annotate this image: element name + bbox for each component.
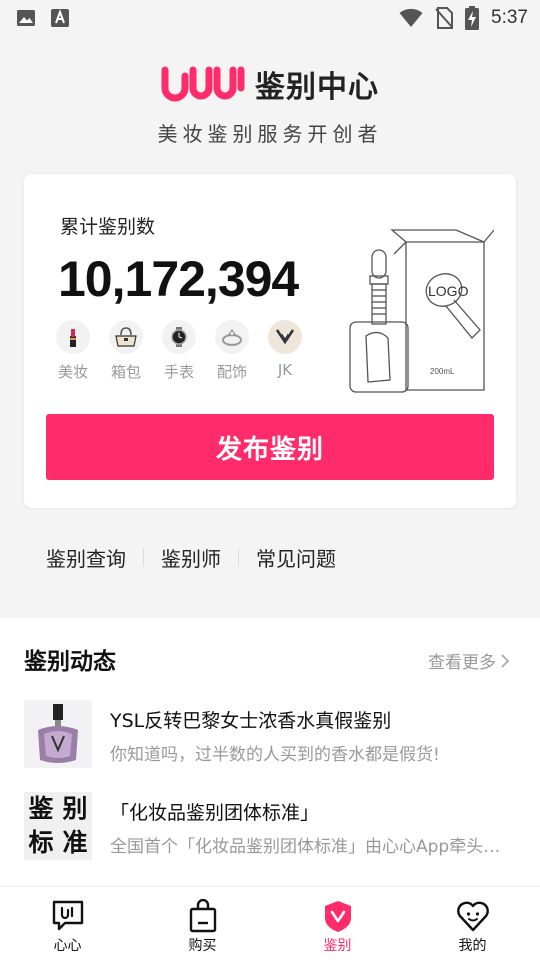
image-icon: [17, 10, 35, 26]
chevron-right-icon: [501, 653, 510, 668]
nav-label: 购买: [188, 938, 217, 954]
watch-icon: [162, 320, 196, 354]
ring-icon: [215, 320, 249, 354]
nav-appraisal[interactable]: 鉴别: [270, 887, 405, 960]
lipstick-icon: [56, 320, 90, 354]
count-label: 累计鉴别数: [60, 216, 156, 238]
appraisal-summary-card: 累计鉴别数 10,172,394 美妆 箱包 手表 配饰 JK LOGO 200…: [24, 174, 516, 508]
divider: [143, 548, 144, 566]
nav-xinxin[interactable]: 心心: [0, 887, 135, 960]
link-faq[interactable]: 常见问题: [256, 543, 336, 572]
status-time: 5:37: [491, 7, 528, 28]
appraisal-feed: 鉴别动态 查看更多 YSL反转巴黎女士浓香水真假鉴别 你知道吗，过半数的人买到的…: [0, 618, 540, 886]
category-label: JK: [277, 361, 293, 379]
feed-item-title: 「化妆品鉴别团体标准」: [110, 802, 320, 824]
standard-thumb: 鉴 别 标 准: [24, 792, 92, 860]
category-accessories[interactable]: 配饰: [213, 320, 251, 382]
jk-collar-icon: [268, 320, 302, 354]
category-label: 美妆: [57, 363, 88, 381]
battery-charging-icon: [465, 6, 480, 30]
quick-links: 鉴别查询 鉴别师 常见问题: [0, 510, 540, 604]
feed-item[interactable]: YSL反转巴黎女士浓香水真假鉴别 你知道吗，过半数的人买到的香水都是假货!: [24, 700, 524, 770]
wifi-icon: [399, 8, 423, 27]
xinxin-logo-mark: [161, 66, 245, 102]
count-value: 10,172,394: [58, 251, 299, 307]
feed-item[interactable]: 鉴 别 标 准 「化妆品鉴别团体标准」 全国首个「化妆品鉴别团体标准」由心心Ap…: [24, 792, 524, 862]
logo: 鉴别中心: [0, 62, 540, 106]
category-label: 箱包: [110, 363, 141, 381]
illustration-logo-text: LOGO: [428, 283, 469, 299]
perfume-bottle-image: [24, 700, 92, 768]
category-jk[interactable]: JK: [266, 320, 304, 382]
category-label: 手表: [163, 363, 194, 381]
thumb-char: 鉴: [28, 794, 54, 823]
thumb-char: 准: [62, 828, 88, 857]
heart-face-icon: [456, 901, 489, 932]
category-makeup[interactable]: 美妆: [54, 320, 92, 382]
shield-badge-icon: [324, 901, 351, 932]
divider: [238, 548, 239, 566]
illustration-volume-text: 200mL: [430, 367, 455, 376]
nav-label: 鉴别: [323, 938, 352, 954]
feed-title: 鉴别动态: [24, 649, 116, 675]
slogan: 美妆鉴别服务开创者: [157, 122, 383, 146]
publish-appraisal-button[interactable]: 发布鉴别: [46, 414, 494, 480]
header: 鉴别中心 美妆鉴别服务开创者: [0, 36, 540, 156]
chat-bubble-icon: [52, 900, 83, 931]
product-box-illustration: LOGO 200mL: [349, 229, 494, 393]
bottom-nav: 心心 购买 鉴别 我的: [0, 886, 540, 960]
nav-mine[interactable]: 我的: [405, 887, 540, 960]
see-more-label: 查看更多: [428, 653, 496, 673]
shopping-bag-icon: [189, 899, 216, 933]
text-notification-icon: [51, 9, 69, 27]
nav-label: 心心: [53, 938, 82, 954]
feed-item-desc: 全国首个「化妆品鉴别团体标准」由心心App牵头…: [110, 837, 501, 857]
link-appraisers[interactable]: 鉴别师: [161, 543, 221, 572]
category-watches[interactable]: 手表: [160, 320, 198, 382]
feed-item-title: YSL反转巴黎女士浓香水真假鉴别: [110, 710, 392, 732]
handbag-icon: [109, 320, 143, 354]
thumb-char: 别: [62, 794, 88, 823]
feed-item-desc: 你知道吗，过半数的人买到的香水都是假货!: [110, 745, 440, 765]
thumb-char: 标: [28, 828, 54, 857]
see-more-link[interactable]: 查看更多: [428, 648, 510, 673]
no-sim-icon: [435, 7, 454, 29]
link-appraisal-query[interactable]: 鉴别查询: [46, 543, 126, 572]
category-label: 配饰: [216, 363, 247, 381]
nav-label: 我的: [458, 938, 487, 954]
status-bar: 5:37: [0, 0, 540, 36]
nav-buy[interactable]: 购买: [135, 887, 270, 960]
category-list: 美妆 箱包 手表 配饰 JK: [54, 320, 304, 382]
category-bags[interactable]: 箱包: [107, 320, 145, 382]
logo-text: 鉴别中心: [255, 70, 379, 105]
